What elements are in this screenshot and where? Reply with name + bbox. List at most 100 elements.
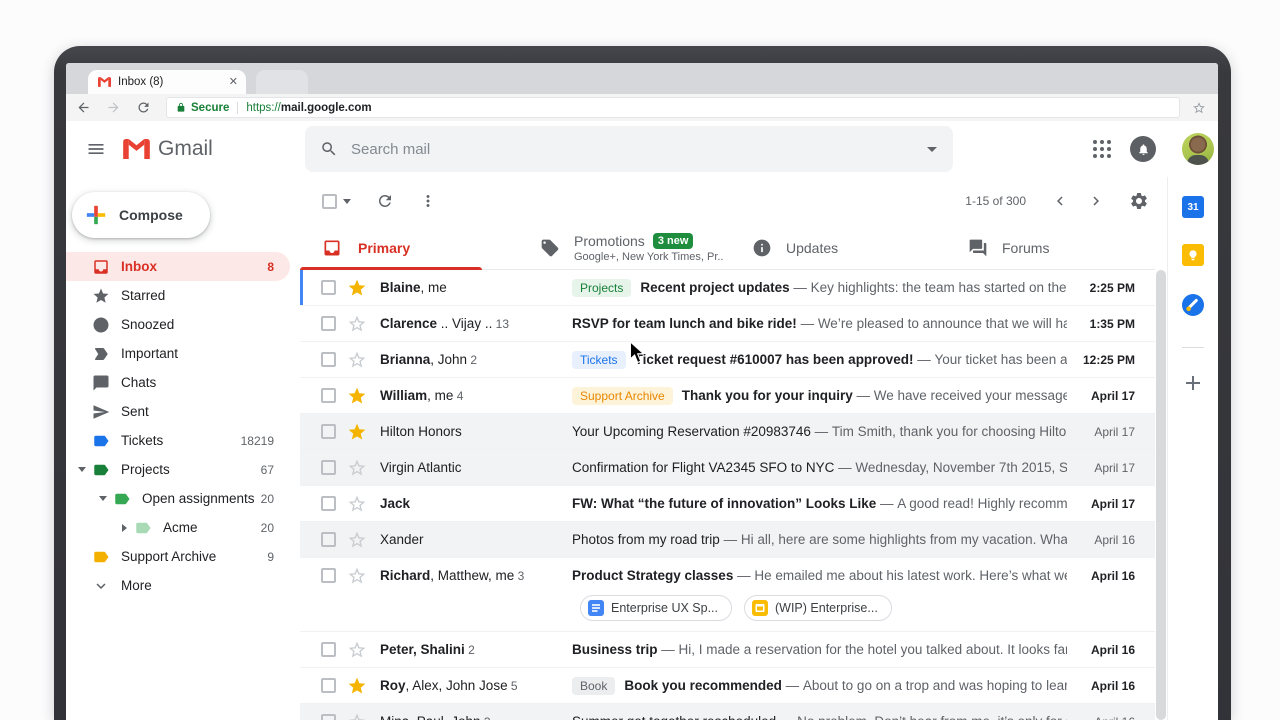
sidebar-item-snoozed[interactable]: Snoozed [66,310,290,339]
docs-icon [588,600,604,616]
focus-indicator [300,270,303,305]
email-row[interactable]: Jack FW: What “the future of innovation”… [300,486,1155,522]
sidebar-item-important[interactable]: Important [66,339,290,368]
tab-primary[interactable]: Primary [300,225,482,270]
collapse-caret-icon[interactable] [122,524,127,532]
email-row[interactable]: Peter, Shalini 2 Business trip — Hi, I m… [300,632,1155,668]
email-time: 2:25 PM [1067,281,1155,295]
sidebar-item-support-archive[interactable]: Support Archive 9 [66,542,290,571]
star-icon[interactable] [347,566,367,586]
search-bar[interactable] [305,126,953,172]
email-row[interactable]: Roy, Alex, John Jose 5 Book Book you rec… [300,668,1155,704]
expand-caret-icon[interactable] [78,467,86,472]
sidebar-item-projects[interactable]: Projects 67 [66,455,290,484]
attachment-chip[interactable]: Enterprise UX Sp... [580,595,732,621]
email-checkbox[interactable] [321,280,336,295]
gmail-logo-text: Gmail [158,137,213,161]
attachment-row: Enterprise UX Sp... (WIP) Enterprise... [300,593,1155,631]
category-label[interactable]: Projects [572,279,631,297]
select-all-checkbox[interactable] [322,194,337,209]
email-checkbox[interactable] [321,424,336,439]
category-label[interactable]: Tickets [572,351,626,369]
user-avatar[interactable] [1182,133,1214,165]
expand-caret-icon[interactable] [99,496,107,501]
email-row[interactable]: Richard, Matthew, me 3 Product Strategy … [300,558,1155,632]
sidebar-item-open-assignments[interactable]: Open assignments 20 [66,484,290,513]
get-addons-plus-icon[interactable] [1185,375,1201,391]
sidebar-item-more[interactable]: More [66,571,290,600]
refresh-icon[interactable] [136,100,151,115]
email-row[interactable]: Clarence .. Vijay .. 13 RSVP for team lu… [300,306,1155,342]
email-checkbox[interactable] [321,352,336,367]
star-icon[interactable] [347,676,367,696]
refresh-list-icon[interactable] [376,192,394,210]
email-checkbox[interactable] [321,532,336,547]
email-row[interactable]: Blaine, me Projects Recent project updat… [300,270,1155,306]
email-checkbox[interactable] [321,714,336,720]
star-icon[interactable] [347,640,367,660]
older-page-icon[interactable] [1087,192,1105,210]
search-options-caret-icon[interactable] [927,147,937,152]
email-checkbox[interactable] [321,388,336,403]
star-icon[interactable] [347,494,367,514]
email-checkbox[interactable] [321,642,336,657]
sidebar-item-starred[interactable]: Starred [66,281,290,310]
scrollbar-thumb[interactable] [1156,270,1166,720]
email-row[interactable]: William, me 4 Support Archive Thank you … [300,378,1155,414]
star-icon[interactable] [347,314,367,334]
keep-icon[interactable] [1182,244,1204,266]
star-icon[interactable] [347,386,367,406]
star-icon[interactable] [347,350,367,370]
sidebar-item-tickets[interactable]: Tickets 18219 [66,426,290,455]
browser-tab-inbox[interactable]: Inbox (8) ✕ [88,70,246,94]
url-host: mail.google.com [281,102,372,114]
sidebar-item-count: 20 [261,521,290,535]
tab-close-icon[interactable]: ✕ [229,77,238,88]
search-input[interactable] [351,141,911,158]
category-label[interactable]: Support Archive [572,387,673,405]
star-icon[interactable] [347,530,367,550]
notification-bell-icon[interactable] [1130,136,1156,162]
email-row[interactable]: Virgin Atlantic Confirmation for Flight … [300,450,1155,486]
category-label[interactable]: Book [572,677,615,695]
sidebar-item-acme[interactable]: Acme 20 [66,513,290,542]
bookmark-star-icon[interactable] [1192,101,1206,115]
calendar-icon[interactable]: 31 [1182,196,1204,218]
inbox-icon [92,258,121,276]
star-icon[interactable] [347,712,367,720]
newer-page-icon[interactable] [1051,192,1069,210]
new-tab-button[interactable] [256,70,308,94]
tab-updates[interactable]: Updates [730,225,946,270]
attachment-chip[interactable]: (WIP) Enterprise... [744,595,892,621]
email-checkbox[interactable] [321,496,336,511]
star-icon[interactable] [347,458,367,478]
more-options-icon[interactable] [419,192,437,210]
search-icon[interactable] [320,140,338,158]
compose-label: Compose [119,207,183,223]
back-icon[interactable] [76,100,91,115]
email-row[interactable]: Hilton Honors Your Upcoming Reservation … [300,414,1155,450]
sidebar-item-inbox[interactable]: Inbox 8 [66,252,290,281]
list-scrollbar[interactable] [1155,177,1167,720]
address-bar[interactable]: Secure https:// mail.google.com [166,97,1180,118]
star-icon[interactable] [347,422,367,442]
tasks-icon[interactable] [1181,293,1205,317]
sidebar-item-sent[interactable]: Sent [66,397,290,426]
forward-icon[interactable] [106,100,121,115]
select-caret-icon[interactable] [343,199,351,204]
email-row[interactable]: Brianna, John 2 Tickets Ticket request #… [300,342,1155,378]
email-row[interactable]: Mina, Paul, John 3 Summer get together r… [300,704,1155,720]
email-checkbox[interactable] [321,678,336,693]
settings-gear-icon[interactable] [1129,191,1149,211]
email-checkbox[interactable] [321,568,336,583]
star-icon[interactable] [347,278,367,298]
email-checkbox[interactable] [321,460,336,475]
email-checkbox[interactable] [321,316,336,331]
tab-promotions[interactable]: Promotions 3 new Google+, New York Times… [518,225,733,270]
compose-button[interactable]: Compose [72,192,210,238]
apps-grid-icon[interactable] [1093,140,1111,158]
hamburger-menu-icon[interactable] [86,139,106,159]
tab-forums[interactable]: Forums [946,225,1146,270]
email-row[interactable]: Xander Photos from my road trip — Hi all… [300,522,1155,558]
sidebar-item-chats[interactable]: Chats [66,368,290,397]
